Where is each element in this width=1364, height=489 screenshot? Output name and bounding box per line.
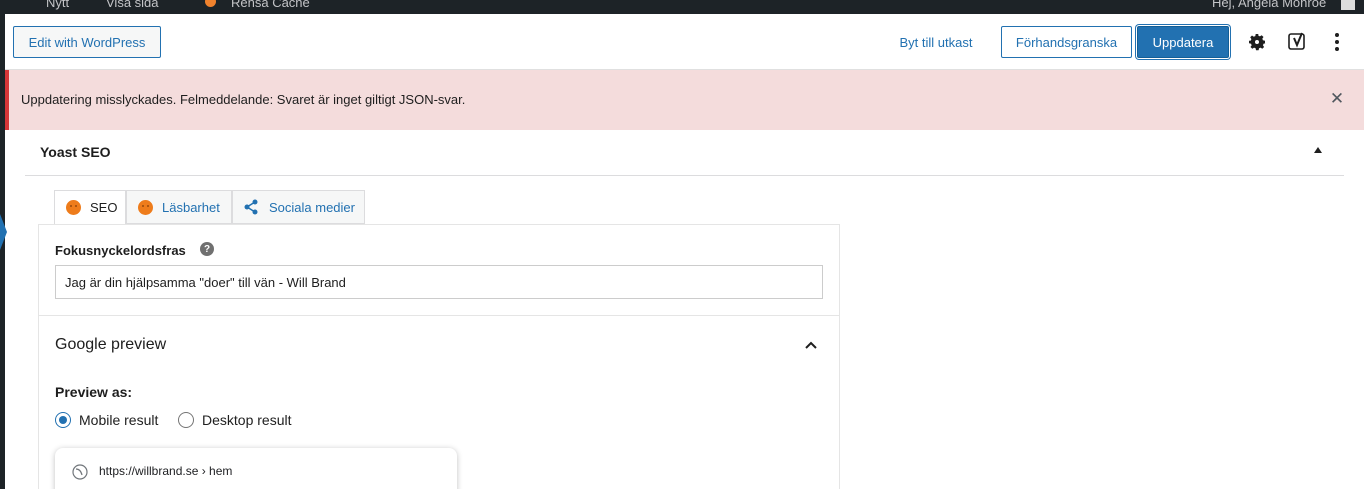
mobile-result-radio[interactable] — [55, 412, 71, 428]
admin-bar-new[interactable]: Nytt — [46, 0, 69, 10]
preview-button[interactable]: Förhandsgranska — [1001, 26, 1132, 58]
preview-as-label: Preview as: — [55, 384, 133, 400]
panel-title: Yoast SEO — [40, 144, 111, 160]
switch-to-draft-button[interactable]: Byt till utkast — [888, 26, 984, 58]
editor-header: Edit with WordPress Byt till utkast Förh… — [5, 14, 1364, 70]
close-icon[interactable]: ✕ — [1328, 89, 1346, 108]
favicon-icon — [72, 464, 88, 480]
cache-icon — [205, 0, 216, 7]
error-notice: Uppdatering misslyckades. Felmeddelande:… — [5, 70, 1364, 130]
yoast-panel-header[interactable]: Yoast SEO — [25, 130, 1344, 176]
desktop-result-radio[interactable] — [178, 412, 194, 428]
active-menu-caret — [0, 214, 7, 250]
admin-bar-clear-cache[interactable]: Rensa Cache — [231, 0, 310, 10]
focus-keyphrase-label: Fokusnyckelordsfras — [55, 243, 186, 258]
google-preview-title[interactable]: Google preview — [55, 336, 166, 354]
google-mobile-preview: https://willbrand.se › hem — [55, 448, 457, 489]
question-icon[interactable]: ? — [200, 242, 214, 256]
radio-label: Desktop result — [202, 412, 292, 428]
edit-with-wordpress-button[interactable]: Edit with WordPress — [13, 26, 161, 58]
share-icon — [244, 199, 258, 215]
tab-seo[interactable]: SEO — [54, 190, 126, 225]
collapse-toggle-icon[interactable] — [1312, 144, 1326, 158]
chevron-up-icon[interactable] — [803, 337, 819, 353]
mobile-result-option[interactable]: Mobile result — [55, 412, 158, 428]
tab-label: Sociala medier — [269, 199, 355, 215]
tab-social[interactable]: Sociala medier — [232, 190, 365, 224]
tab-label: Läsbarhet — [162, 199, 220, 215]
admin-bar: Nytt Visa sida Rensa Cache Hej, Angela M… — [0, 0, 1364, 14]
tab-label: SEO — [90, 200, 118, 215]
yoast-y-icon[interactable] — [1286, 30, 1310, 54]
gear-icon[interactable] — [1245, 30, 1269, 54]
focus-keyphrase-input[interactable] — [55, 265, 823, 299]
radio-label: Mobile result — [79, 412, 159, 428]
notice-message: Uppdatering misslyckades. Felmeddelande:… — [21, 92, 466, 107]
update-button[interactable]: Uppdatera — [1137, 26, 1229, 58]
admin-bar-view-page[interactable]: Visa sida — [106, 0, 159, 10]
tab-readability[interactable]: Läsbarhet — [126, 190, 232, 224]
section-divider — [39, 315, 839, 316]
vertical-ellipsis-icon[interactable] — [1325, 30, 1349, 54]
seo-tab-content: Fokusnyckelordsfras ? Google preview Pre… — [38, 224, 840, 489]
desktop-result-option[interactable]: Desktop result — [178, 412, 291, 428]
admin-bar-greeting[interactable]: Hej, Angela Monroe — [1212, 0, 1326, 10]
preview-url[interactable]: https://willbrand.se › hem — [99, 464, 232, 478]
orange-face-icon — [138, 199, 153, 215]
avatar[interactable] — [1341, 0, 1355, 10]
orange-face-icon — [66, 200, 81, 215]
